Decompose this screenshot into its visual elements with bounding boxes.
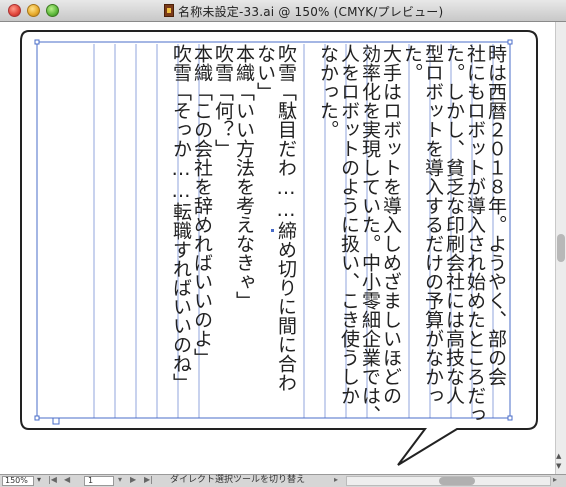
chevron-down-icon[interactable]: ▾ [37,475,41,484]
text-column: 社にもロボットが導入され始めたところだっ [464,44,486,424]
status-menu-arrow-icon[interactable]: ▸ [334,475,338,484]
text-column: 吹雪「何？」 [212,44,234,158]
vertical-scroll-thumb[interactable] [557,234,565,262]
vertical-scrollbar[interactable] [555,22,566,474]
text-column: 吹雪「そっか……転職すればいいのね」 [170,44,192,392]
last-page-icon[interactable]: ▶| [144,475,153,484]
first-page-icon[interactable]: |◀ [48,475,57,484]
selection-handle[interactable] [34,39,40,45]
status-bar: 150% ▾ |◀ ◀ 1 ▾ ▶ ▶| ダイレクト選択ツールを切り替え ▸ ▸ [0,474,566,487]
text-column: 効率化を実現していた。中小零細企業では、 [359,44,381,424]
horizontal-scrollbar[interactable] [346,476,551,486]
text-column: 大手はロボットを導入しめざましいほどの [380,44,402,405]
zoom-field[interactable]: 150% [2,476,34,486]
page-number-field[interactable]: 1 [84,476,114,486]
text-column: 本織「この会社を辞めればいいのよ」 [191,44,213,367]
text-column: 吹雪「駄目だわ……締め切りに間に合わ [275,44,297,392]
chevron-down-icon[interactable]: ▾ [118,475,122,484]
scroll-up-arrow-icon[interactable]: ▲ [556,452,561,460]
previous-page-icon[interactable]: ◀ [64,475,70,484]
selection-handle[interactable] [34,415,40,421]
status-message: ダイレクト選択ツールを切り替え [170,475,306,485]
text-column: ない」 [254,44,276,101]
text-column: 型ロボットを導入するだけの予算がなかっ [422,44,444,405]
scroll-down-arrow-icon[interactable]: ▼ [556,462,561,470]
scroll-right-arrow-icon[interactable]: ▸ [553,475,557,484]
selection-handle[interactable] [507,39,513,45]
text-column: 時は西暦２０１８年。ようやく、部の会 [485,44,507,386]
text-column: 本織「いい方法を考えなきゃ」 [233,44,255,310]
horizontal-scroll-thumb[interactable] [439,477,475,485]
text-column: た。 [401,44,423,82]
selection-handle[interactable] [507,415,513,421]
next-page-icon[interactable]: ▶ [130,475,136,484]
text-column: た。しかし、貧乏な印刷会社には高技な人 [443,44,465,405]
text-column: なかった。 [317,44,339,139]
text-column: 人をロボットのように扱い、こき使うしか [338,44,360,405]
overflow-port[interactable] [52,417,60,425]
